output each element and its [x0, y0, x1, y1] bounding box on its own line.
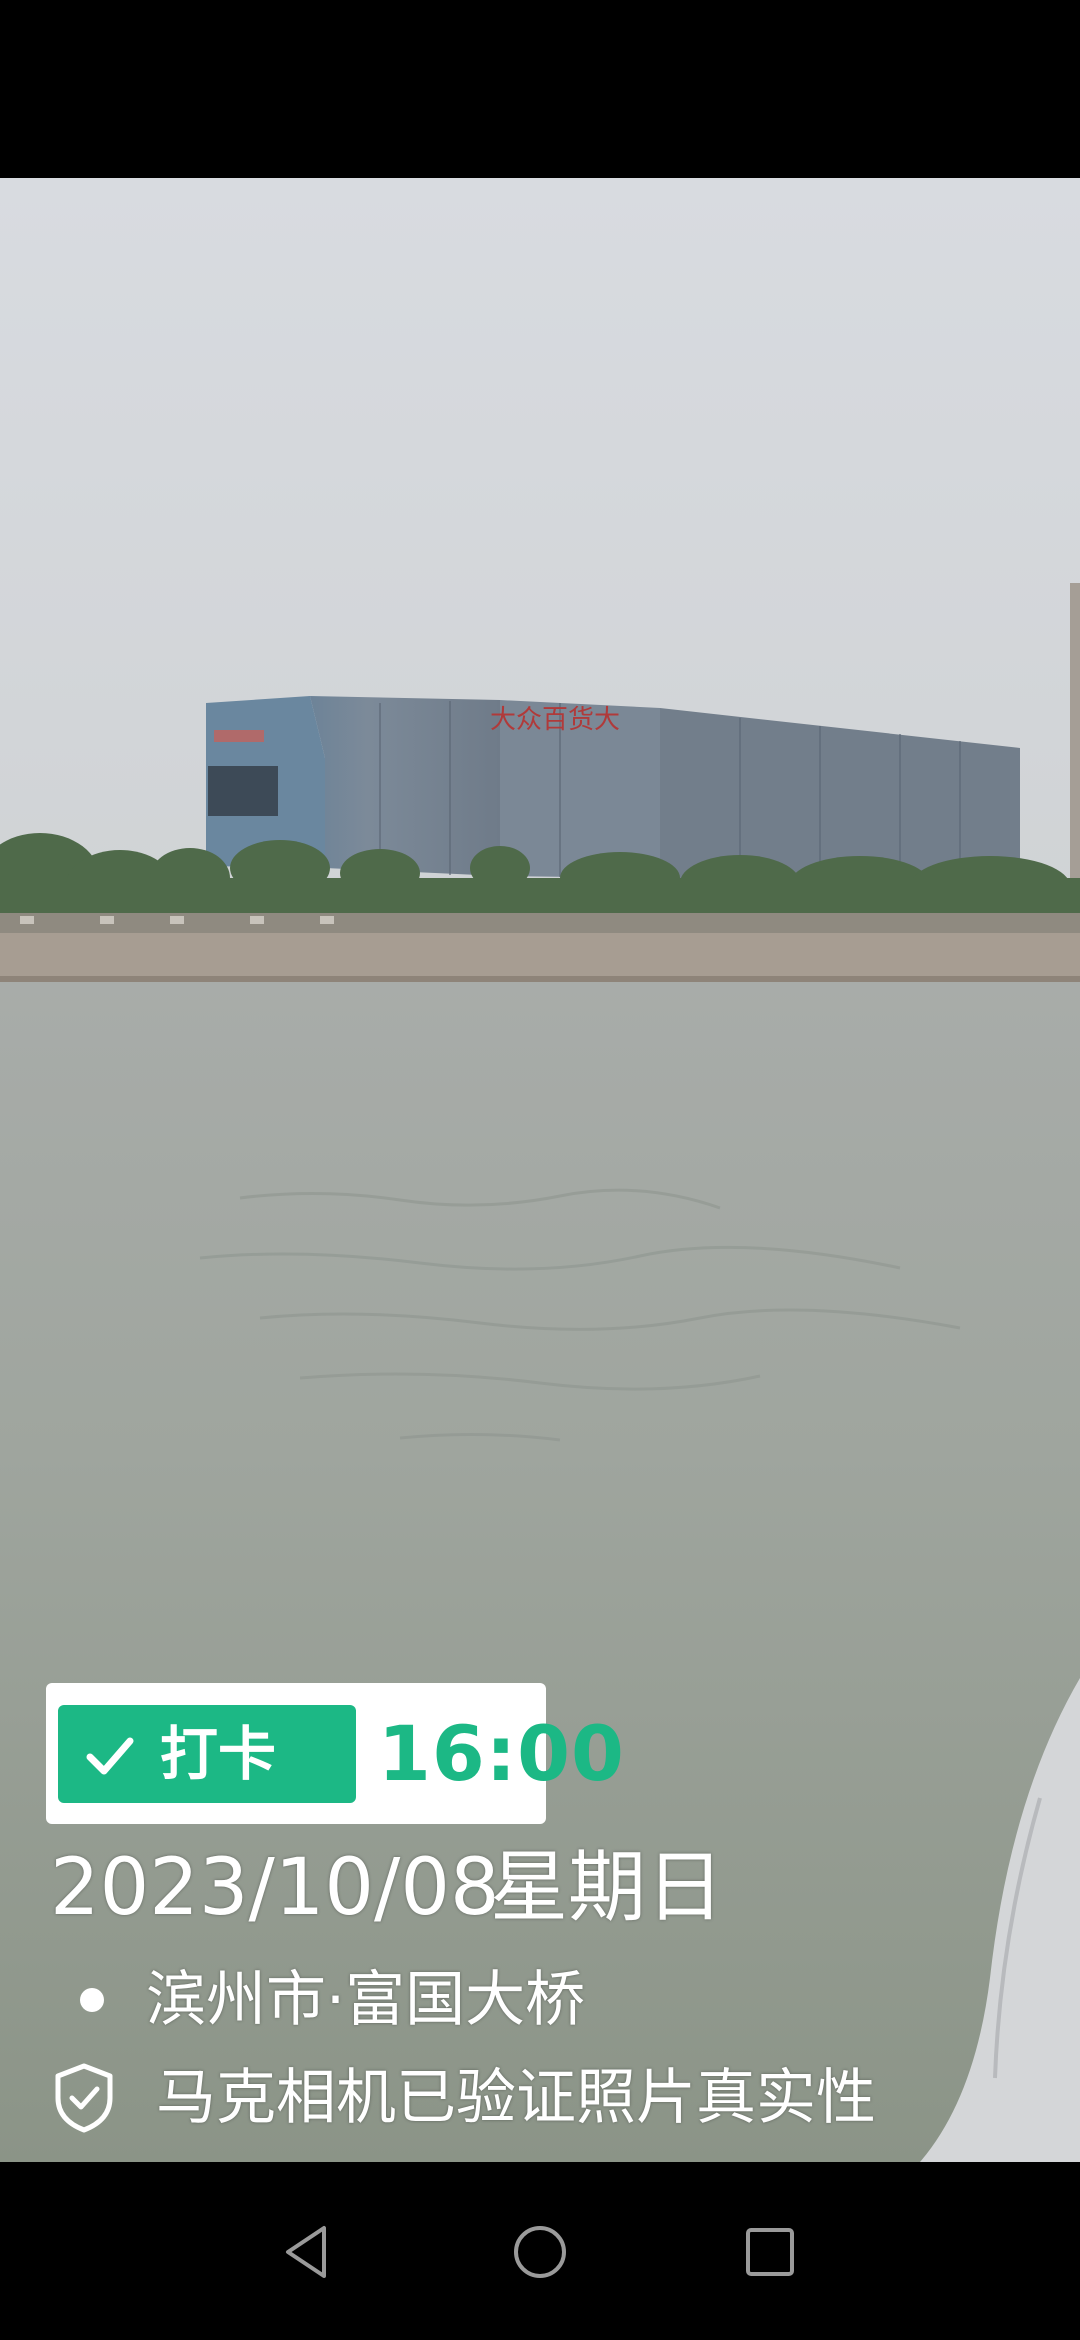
screen: 大众百货大 打卡 16:00 2023/10/08 星期日 滨州市·富国大桥 马…: [0, 0, 1080, 2340]
watermark-date: 2023/10/08: [50, 1843, 500, 1933]
punch-in-badge: 打卡: [58, 1705, 356, 1803]
status-bar-area: [0, 0, 1080, 178]
embankment: [0, 933, 1080, 978]
svg-text:大众百货大: 大众百货大: [490, 705, 620, 735]
watermark-weekday: 星期日: [490, 1843, 725, 1933]
recents-icon[interactable]: [736, 2218, 804, 2286]
punch-in-label: 打卡: [160, 1720, 277, 1788]
shield-check-icon: [55, 2063, 113, 2133]
watermark-location: 滨州市·富国大桥: [146, 1965, 586, 2035]
check-icon: [86, 1737, 134, 1775]
watermark-verification: 马克相机已验证照片真实性: [156, 2063, 876, 2133]
punch-in-time: 16:00: [378, 1709, 625, 1798]
navigation-bar: [0, 2162, 1080, 2340]
back-icon[interactable]: [274, 2218, 342, 2286]
punch-in-tag: 打卡 16:00: [46, 1683, 624, 1824]
tower: [1070, 583, 1080, 883]
home-icon[interactable]: [506, 2218, 574, 2286]
location-dot-icon: [80, 1988, 104, 2012]
